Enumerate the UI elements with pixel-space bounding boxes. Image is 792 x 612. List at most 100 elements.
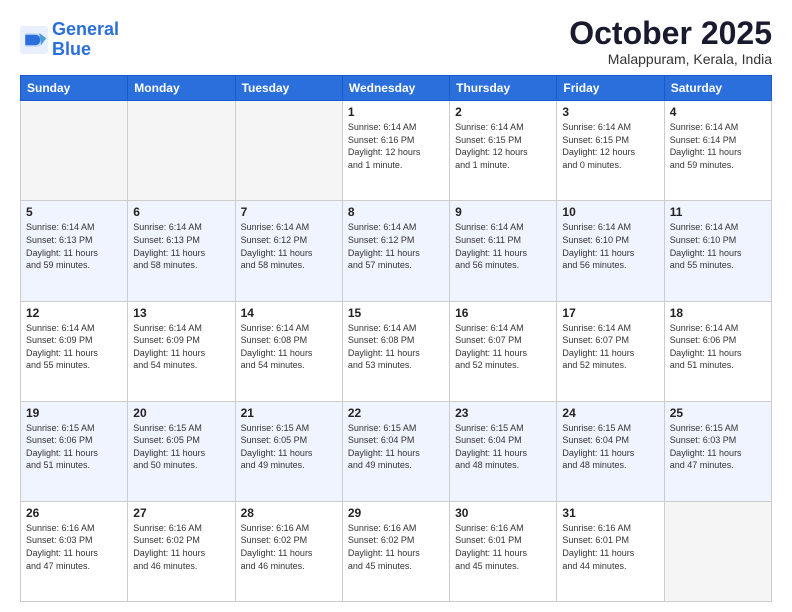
calendar-day-cell: 20Sunrise: 6:15 AMSunset: 6:05 PMDayligh… (128, 401, 235, 501)
calendar-header-sunday: Sunday (21, 76, 128, 101)
day-number: 19 (26, 406, 122, 420)
day-number: 31 (562, 506, 658, 520)
day-info: Sunrise: 6:15 AMSunset: 6:06 PMDaylight:… (26, 422, 122, 472)
calendar-week-row: 26Sunrise: 6:16 AMSunset: 6:03 PMDayligh… (21, 501, 772, 601)
calendar-day-cell (664, 501, 771, 601)
day-number: 25 (670, 406, 766, 420)
calendar-header-row: SundayMondayTuesdayWednesdayThursdayFrid… (21, 76, 772, 101)
calendar-day-cell: 14Sunrise: 6:14 AMSunset: 6:08 PMDayligh… (235, 301, 342, 401)
calendar-header-saturday: Saturday (664, 76, 771, 101)
calendar-day-cell: 23 Sunrise: 6:15 AMSunset: 6:04 PMDayligh… (450, 401, 557, 501)
day-info: Sunrise: 6:14 AMSunset: 6:13 PMDaylight:… (133, 221, 229, 271)
logo-text: General Blue (52, 20, 119, 60)
calendar-week-row: 5Sunrise: 6:14 AMSunset: 6:13 PMDaylight… (21, 201, 772, 301)
day-number: 23 (455, 406, 551, 420)
day-number: 9 (455, 205, 551, 219)
calendar-day-cell: 18 Sunrise: 6:14 AMSunset: 6:06 PMDayligh… (664, 301, 771, 401)
calendar-day-cell: 30Sunrise: 6:16 AMSunset: 6:01 PMDayligh… (450, 501, 557, 601)
calendar-day-cell: 28 Sunrise: 6:16 AMSunset: 6:02 PMDayligh… (235, 501, 342, 601)
calendar-day-cell: 16Sunrise: 6:14 AMSunset: 6:07 PMDayligh… (450, 301, 557, 401)
day-info: Sunrise: 6:16 AMSunset: 6:02 PMDaylight:… (348, 522, 444, 572)
logo: General Blue (20, 20, 119, 60)
day-number: 27 (133, 506, 229, 520)
calendar-day-cell: 15 Sunrise: 6:14 AMSunset: 6:08 PMDayligh… (342, 301, 449, 401)
day-info: Sunrise: 6:14 AMSunset: 6:11 PMDaylight:… (455, 221, 551, 271)
calendar-day-cell: 29 Sunrise: 6:16 AMSunset: 6:02 PMDayligh… (342, 501, 449, 601)
day-number: 2 (455, 105, 551, 119)
calendar-header-thursday: Thursday (450, 76, 557, 101)
calendar-week-row: 12 Sunrise: 6:14 AMSunset: 6:09 PMDayligh… (21, 301, 772, 401)
day-info: Sunrise: 6:15 AMSunset: 6:04 PMDaylight:… (562, 422, 658, 472)
logo-general: General (52, 19, 119, 39)
calendar-day-cell (128, 101, 235, 201)
calendar-day-cell: 1Sunrise: 6:14 AMSunset: 6:16 PMDaylight… (342, 101, 449, 201)
calendar-day-cell: 12Sunrise: 6:14 AMSunset: 6:09 PMDayligh… (21, 301, 128, 401)
day-info: Sunrise: 6:16 AMSunset: 6:02 PMDaylight:… (133, 522, 229, 572)
month-title: October 2025 (569, 16, 772, 51)
calendar-week-row: 1Sunrise: 6:14 AMSunset: 6:16 PMDaylight… (21, 101, 772, 201)
logo-blue: Blue (52, 39, 91, 59)
day-info: Sunrise: 6:15 AMSunset: 6:03 PMDaylight:… (670, 422, 766, 472)
day-info: Sunrise: 6:14 AMSunset: 6:10 PMDaylight:… (562, 221, 658, 271)
location-subtitle: Malappuram, Kerala, India (569, 51, 772, 67)
calendar-day-cell: 11Sunrise: 6:14 AMSunset: 6:10 PMDayligh… (664, 201, 771, 301)
calendar-day-cell: 26Sunrise: 6:16 AMSunset: 6:03 PMDayligh… (21, 501, 128, 601)
day-info: Sunrise: 6:15 AMSunset: 6:04 PMDaylight:… (348, 422, 444, 472)
day-info: Sunrise: 6:16 AMSunset: 6:03 PMDaylight:… (26, 522, 122, 572)
day-number: 13 (133, 306, 229, 320)
calendar-day-cell: 6 Sunrise: 6:14 AMSunset: 6:13 PMDaylight… (128, 201, 235, 301)
calendar-day-cell (235, 101, 342, 201)
calendar-day-cell: 10Sunrise: 6:14 AMSunset: 6:10 PMDayligh… (557, 201, 664, 301)
day-number: 18 (670, 306, 766, 320)
day-info: Sunrise: 6:14 AMSunset: 6:12 PMDaylight:… (348, 221, 444, 271)
calendar-day-cell: 3Sunrise: 6:14 AMSunset: 6:15 PMDaylight… (557, 101, 664, 201)
calendar-day-cell: 19 Sunrise: 6:15 AMSunset: 6:06 PMDayligh… (21, 401, 128, 501)
calendar-header-monday: Monday (128, 76, 235, 101)
day-number: 24 (562, 406, 658, 420)
calendar-day-cell: 13 Sunrise: 6:14 AMSunset: 6:09 PMDayligh… (128, 301, 235, 401)
calendar-day-cell: 17 Sunrise: 6:14 AMSunset: 6:07 PMDayligh… (557, 301, 664, 401)
logo-icon (20, 26, 48, 54)
day-info: Sunrise: 6:14 AMSunset: 6:15 PMDaylight:… (455, 121, 551, 171)
day-number: 29 (348, 506, 444, 520)
day-number: 16 (455, 306, 551, 320)
day-info: Sunrise: 6:14 AMSunset: 6:10 PMDaylight:… (670, 221, 766, 271)
calendar-day-cell: 9 Sunrise: 6:14 AMSunset: 6:11 PMDaylight… (450, 201, 557, 301)
calendar-day-cell (21, 101, 128, 201)
day-number: 12 (26, 306, 122, 320)
day-info: Sunrise: 6:16 AMSunset: 6:01 PMDaylight:… (455, 522, 551, 572)
calendar-day-cell: 8Sunrise: 6:14 AMSunset: 6:12 PMDaylight… (342, 201, 449, 301)
title-block: October 2025 Malappuram, Kerala, India (569, 16, 772, 67)
day-info: Sunrise: 6:15 AMSunset: 6:05 PMDaylight:… (241, 422, 337, 472)
day-info: Sunrise: 6:14 AMSunset: 6:12 PMDaylight:… (241, 221, 337, 271)
day-info: Sunrise: 6:14 AMSunset: 6:08 PMDaylight:… (348, 322, 444, 372)
day-info: Sunrise: 6:15 AMSunset: 6:05 PMDaylight:… (133, 422, 229, 472)
day-info: Sunrise: 6:14 AMSunset: 6:16 PMDaylight:… (348, 121, 444, 171)
day-number: 3 (562, 105, 658, 119)
day-number: 22 (348, 406, 444, 420)
day-number: 28 (241, 506, 337, 520)
calendar-header-friday: Friday (557, 76, 664, 101)
day-info: Sunrise: 6:16 AMSunset: 6:02 PMDaylight:… (241, 522, 337, 572)
calendar-day-cell: 2 Sunrise: 6:14 AMSunset: 6:15 PMDaylight… (450, 101, 557, 201)
day-number: 6 (133, 205, 229, 219)
day-number: 15 (348, 306, 444, 320)
day-number: 7 (241, 205, 337, 219)
calendar-week-row: 19 Sunrise: 6:15 AMSunset: 6:06 PMDayligh… (21, 401, 772, 501)
day-info: Sunrise: 6:14 AMSunset: 6:06 PMDaylight:… (670, 322, 766, 372)
day-info: Sunrise: 6:14 AMSunset: 6:08 PMDaylight:… (241, 322, 337, 372)
calendar-day-cell: 22 Sunrise: 6:15 AMSunset: 6:04 PMDayligh… (342, 401, 449, 501)
calendar-day-cell: 24 Sunrise: 6:15 AMSunset: 6:04 PMDayligh… (557, 401, 664, 501)
calendar-day-cell: 31Sunrise: 6:16 AMSunset: 6:01 PMDayligh… (557, 501, 664, 601)
day-number: 21 (241, 406, 337, 420)
day-info: Sunrise: 6:14 AMSunset: 6:09 PMDaylight:… (133, 322, 229, 372)
calendar-header-wednesday: Wednesday (342, 76, 449, 101)
day-info: Sunrise: 6:14 AMSunset: 6:07 PMDaylight:… (562, 322, 658, 372)
day-info: Sunrise: 6:14 AMSunset: 6:13 PMDaylight:… (26, 221, 122, 271)
calendar-day-cell: 25 Sunrise: 6:15 AMSunset: 6:03 PMDayligh… (664, 401, 771, 501)
calendar-table: SundayMondayTuesdayWednesdayThursdayFrid… (20, 75, 772, 602)
day-number: 4 (670, 105, 766, 119)
day-info: Sunrise: 6:15 AMSunset: 6:04 PMDaylight:… (455, 422, 551, 472)
day-number: 17 (562, 306, 658, 320)
header: General Blue October 2025 Malappuram, Ke… (20, 16, 772, 67)
